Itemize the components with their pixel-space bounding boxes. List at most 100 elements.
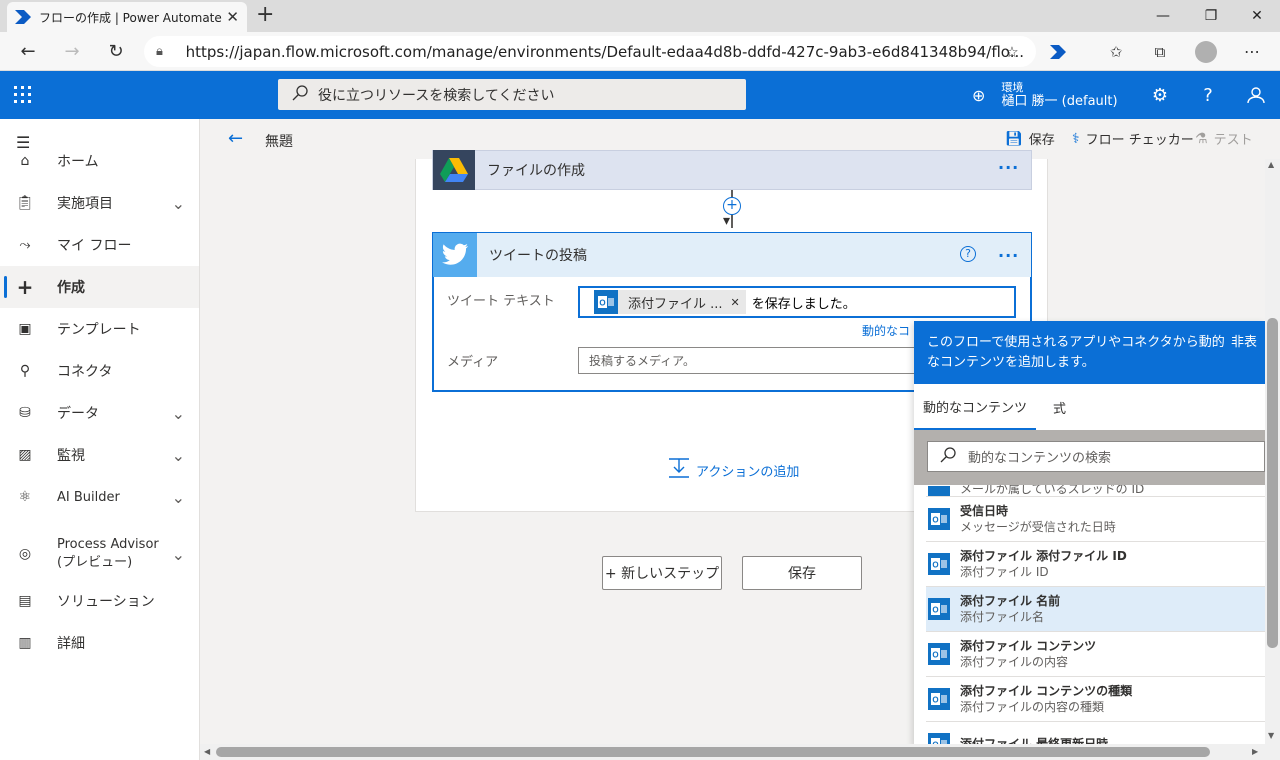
dynamic-content-item[interactable]: O 添付ファイル 添付ファイル ID 添付ファイル ID <box>926 542 1265 587</box>
item-title: 添付ファイル コンテンツ <box>960 639 1097 653</box>
back-arrow-icon[interactable]: ← <box>228 128 243 149</box>
close-window-icon[interactable]: ✕ <box>1234 0 1280 32</box>
flow-checker-command[interactable]: ⚕ フロー チェッカー <box>1072 129 1194 149</box>
minimize-icon[interactable]: — <box>1140 0 1186 32</box>
chevron-down-icon[interactable]: ⌄ <box>172 545 185 564</box>
tab-expression[interactable]: 式 <box>1044 384 1075 430</box>
plus-icon: + <box>16 275 34 299</box>
sidebar-item-4[interactable]: ▣ テンプレート <box>0 308 199 350</box>
scroll-right-icon[interactable]: ▶ <box>1252 747 1258 756</box>
dynamic-content-item[interactable]: O 添付ファイル コンテンツの種類 添付ファイルの内容の種類 <box>926 677 1265 722</box>
remove-token-icon[interactable]: ✕ <box>731 296 740 309</box>
save-flow-button[interactable]: 保存 <box>742 556 862 590</box>
browser-tab[interactable]: フローの作成 | Power Automate ✕ <box>7 2 247 32</box>
post-tweet-header[interactable]: ツイートの投稿 <box>433 233 1031 277</box>
outlook-icon: O <box>928 598 950 620</box>
partial-item-sub: メールが属しているスレッドの ID <box>960 485 1145 496</box>
chevron-down-icon[interactable]: ⌄ <box>172 194 185 213</box>
svg-text:O: O <box>599 299 605 308</box>
restore-icon[interactable]: ❐ <box>1188 0 1234 32</box>
dynamic-tabs: 動的なコンテンツ 式 <box>914 384 1265 430</box>
sidebar-item-0[interactable]: ⌂ ホーム <box>0 140 199 182</box>
sidebar-item-7[interactable]: ▨ 監視 ⌄ <box>0 434 199 476</box>
sidebar-item-3[interactable]: + 作成 <box>0 266 199 308</box>
item-subtitle: 添付ファイル ID <box>960 565 1049 579</box>
left-navigation: ☰ ⌂ ホーム 📋︎ 実施項目 ⌄ ⤳ マイ フロー + 作成 ▣ テンプレート ⚲ コネクタ ⛁ データ ⌄… <box>0 119 200 760</box>
scroll-up-icon[interactable]: ▲ <box>1268 160 1274 169</box>
item-title: 受信日時 <box>960 504 1009 518</box>
sidebar-item-1[interactable]: 📋︎ 実施項目 ⌄ <box>0 182 199 224</box>
dynamic-content-item[interactable]: O 添付ファイル コンテンツ 添付ファイルの内容 <box>926 632 1265 677</box>
outlook-icon: O <box>928 508 950 530</box>
new-step-button[interactable]: + 新しいステップ <box>602 556 722 590</box>
resource-search-input[interactable]: 役に立つリソースを検索してください <box>278 79 746 110</box>
scroll-left-icon[interactable]: ◀ <box>204 747 210 756</box>
flask-icon: ⚗ <box>1195 130 1208 147</box>
account-icon[interactable] <box>1240 79 1272 111</box>
svg-text:O: O <box>932 516 938 525</box>
card2-title: ツイートの投稿 <box>489 248 587 264</box>
test-command-label: テスト <box>1213 133 1253 148</box>
more-menu-icon[interactable]: ⋯ <box>1236 32 1268 71</box>
env-label: 環境 <box>1001 80 1024 94</box>
dynamic-content-link[interactable]: 動的なコ <box>862 322 910 339</box>
sidebar-item-label: テンプレート <box>57 322 141 338</box>
sidebar-item-label: 作成 <box>57 280 85 296</box>
book-icon: ▥ <box>18 635 32 651</box>
vertical-scroll-thumb[interactable] <box>1267 318 1278 648</box>
sidebar-item-2[interactable]: ⤳ マイ フロー <box>0 224 199 266</box>
stethoscope-icon: ⚕ <box>1072 130 1080 147</box>
sidebar-item-5[interactable]: ⚲ コネクタ <box>0 350 199 392</box>
card2-more-icon[interactable]: ··· <box>998 246 1019 265</box>
url-text: https://japan.flow.microsoft.com/manage/… <box>185 42 1024 61</box>
sidebar-item-9[interactable]: ◎ Process Advisor (プレビュー) ⌄ <box>0 528 199 580</box>
dynamic-content-list: メールが属しているスレッドの ID O 受信日時 メッセージが受信された日時 O 添付フ… <box>914 485 1265 746</box>
dynamic-content-item[interactable]: O 添付ファイル 名前 添付ファイル名 <box>926 587 1265 632</box>
tweet-text-field[interactable]: O 添付ファイル ... ✕ を保存しました。 <box>578 286 1016 318</box>
item-title: 添付ファイル コンテンツの種類 <box>960 684 1133 698</box>
url-field[interactable]: 🔒︎ https://japan.flow.microsoft.com/mana… <box>144 36 1036 67</box>
power-automate-extension-icon[interactable] <box>1042 32 1074 71</box>
list-item-partial[interactable]: メールが属しているスレッドの ID <box>926 485 1265 497</box>
sidebar-item-10[interactable]: ▤ ソリューション <box>0 580 199 622</box>
help-question-icon[interactable]: ? <box>960 246 976 262</box>
test-command[interactable]: ⚗ テスト <box>1195 129 1253 149</box>
sidebar-item-11[interactable]: ▥ 詳細 <box>0 622 199 664</box>
outlook-icon: O <box>928 553 950 575</box>
collections-icon[interactable]: ⧉ <box>1144 32 1176 71</box>
outlook-icon <box>928 486 950 496</box>
tab-dynamic-content[interactable]: 動的なコンテンツ <box>914 384 1037 430</box>
close-tab-icon[interactable]: ✕ <box>226 8 239 26</box>
favorites-icon[interactable]: ✩ <box>1100 32 1132 71</box>
sidebar-item-8[interactable]: ⚛ AI Builder ⌄ <box>0 476 199 518</box>
hide-panel-link[interactable]: 非表 <box>1231 333 1257 353</box>
add-action-button[interactable]: アクションの追加 <box>668 458 799 482</box>
dynamic-content-item[interactable]: O 受信日時 メッセージが受信された日時 <box>926 497 1265 542</box>
sidebar-item-label: コネクタ <box>57 364 113 380</box>
add-favorite-icon[interactable]: ☆ <box>996 32 1028 71</box>
svg-text:O: O <box>932 561 938 570</box>
refresh-icon[interactable]: ↻ <box>100 32 132 71</box>
chevron-down-icon[interactable]: ⌄ <box>172 488 185 507</box>
environment-picker[interactable]: ⊕ 環境 樋口 勝一 (default) <box>972 78 1118 112</box>
attachment-name-token[interactable]: O 添付ファイル ... ✕ <box>594 290 746 314</box>
settings-gear-icon[interactable]: ⚙ <box>1144 79 1176 111</box>
media-input[interactable]: 投稿するメディア。 <box>578 347 920 374</box>
dynamic-content-search-input[interactable]: 動的なコンテンツの検索 <box>927 441 1265 472</box>
globe-icon: ⊕ <box>972 85 986 105</box>
back-arrow-icon[interactable]: ← <box>12 32 44 71</box>
chevron-down-icon[interactable]: ⌄ <box>172 404 185 423</box>
new-tab-icon[interactable]: + <box>256 4 276 28</box>
horizontal-scroll-thumb[interactable] <box>216 747 1210 757</box>
profile-avatar-icon[interactable] <box>1190 32 1222 71</box>
card1-more-icon[interactable]: ··· <box>998 158 1019 177</box>
dynamic-content-item[interactable]: O添付ファイル 最終更新日時 <box>926 722 1265 746</box>
app-launcher-icon[interactable] <box>14 86 32 104</box>
chevron-down-icon[interactable]: ⌄ <box>172 446 185 465</box>
sidebar-item-6[interactable]: ⛁ データ ⌄ <box>0 392 199 434</box>
save-command[interactable]: 💾︎ 保存 <box>1005 129 1055 149</box>
scroll-down-icon[interactable]: ▼ <box>1268 731 1274 740</box>
create-file-action-card[interactable]: ファイルの作成 <box>432 150 1032 190</box>
help-icon[interactable]: ? <box>1192 79 1224 111</box>
forward-arrow-icon[interactable]: → <box>56 32 88 71</box>
